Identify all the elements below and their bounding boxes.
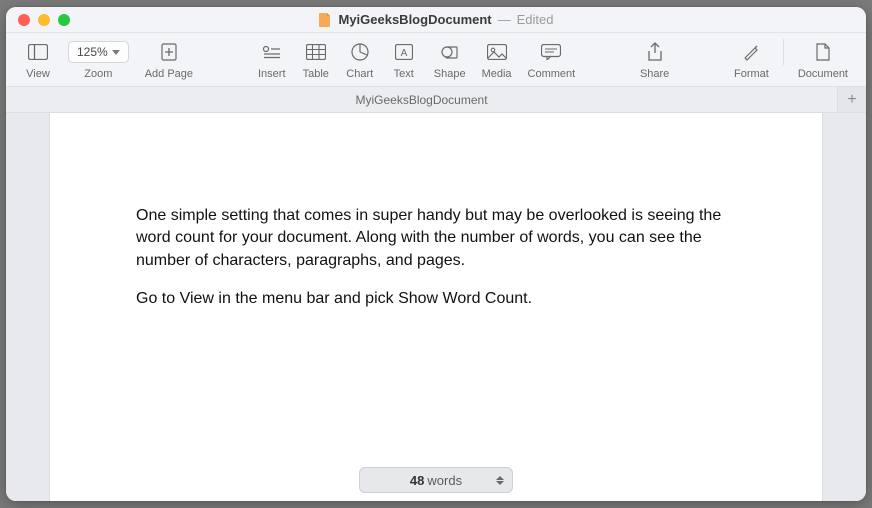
text-label: Text <box>394 68 414 80</box>
minimize-window-button[interactable] <box>38 14 50 26</box>
insert-icon <box>262 41 282 63</box>
zoom-dropdown[interactable]: 125% <box>68 41 129 63</box>
zoom-value: 125% <box>77 45 108 59</box>
media-label: Media <box>482 68 512 80</box>
sidebar-icon <box>28 41 48 63</box>
shape-button[interactable]: Shape <box>426 39 474 82</box>
paragraph-1: One simple setting that comes in super h… <box>136 205 736 272</box>
table-button[interactable]: Table <box>294 39 338 82</box>
text-icon: A <box>395 41 413 63</box>
format-button[interactable]: Format <box>726 39 777 82</box>
shape-icon <box>441 41 459 63</box>
chevron-down-icon <box>112 50 120 55</box>
word-count-stepper-icon <box>496 476 504 485</box>
format-label: Format <box>734 68 769 80</box>
table-label: Table <box>303 68 329 80</box>
document-title: MyiGeeksBlogDocument <box>338 12 491 27</box>
word-count-label: words <box>427 473 462 488</box>
toolbar: View 125% Zoom Add Page Insert <box>6 33 866 87</box>
zoom-control[interactable]: 125% Zoom <box>60 39 137 82</box>
document-area: One simple setting that comes in super h… <box>6 113 866 501</box>
tab-add-button[interactable]: + <box>838 87 866 112</box>
view-label: View <box>26 68 50 80</box>
share-label: Share <box>640 68 669 80</box>
insert-button[interactable]: Insert <box>250 39 294 82</box>
text-button[interactable]: A Text <box>382 39 426 82</box>
paragraph-2: Go to View in the menu bar and pick Show… <box>136 288 736 310</box>
view-button[interactable]: View <box>16 39 60 82</box>
tab-label: MyiGeeksBlogDocument <box>355 93 487 107</box>
zoom-label: Zoom <box>84 68 112 80</box>
add-page-icon <box>161 41 177 63</box>
tab-active[interactable]: MyiGeeksBlogDocument <box>6 87 838 112</box>
media-icon <box>487 41 507 63</box>
document-label: Document <box>798 68 848 80</box>
comment-button[interactable]: Comment <box>520 39 584 82</box>
chart-button[interactable]: Chart <box>338 39 382 82</box>
comment-label: Comment <box>528 68 576 80</box>
titlebar: MyiGeeksBlogDocument — Edited <box>6 7 866 33</box>
document-button[interactable]: Document <box>790 39 856 82</box>
fullscreen-window-button[interactable] <box>58 14 70 26</box>
page[interactable]: One simple setting that comes in super h… <box>50 113 822 501</box>
paintbrush-icon <box>742 41 760 63</box>
table-icon <box>306 41 326 63</box>
edited-indicator: Edited <box>517 12 554 27</box>
close-window-button[interactable] <box>18 14 30 26</box>
plus-icon: + <box>847 91 856 109</box>
comment-icon <box>541 41 561 63</box>
toolbar-divider <box>783 39 784 65</box>
share-icon <box>647 41 663 63</box>
media-button[interactable]: Media <box>474 39 520 82</box>
word-count-pill[interactable]: 48 words <box>359 467 513 493</box>
word-count-number: 48 <box>410 473 424 488</box>
traffic-lights <box>18 14 70 26</box>
add-page-button[interactable]: Add Page <box>137 39 201 82</box>
svg-text:A: A <box>400 48 407 59</box>
chart-label: Chart <box>346 68 373 80</box>
share-button[interactable]: Share <box>632 39 677 82</box>
insert-label: Insert <box>258 68 286 80</box>
page-icon <box>816 41 830 63</box>
document-icon <box>318 13 332 27</box>
window-title: MyiGeeksBlogDocument — Edited <box>318 12 553 27</box>
tab-strip: MyiGeeksBlogDocument + <box>6 87 866 113</box>
add-page-label: Add Page <box>145 68 193 80</box>
title-dash: — <box>498 12 511 27</box>
chart-icon <box>351 41 369 63</box>
shape-label: Shape <box>434 68 466 80</box>
app-window: MyiGeeksBlogDocument — Edited View 125% … <box>6 7 866 501</box>
